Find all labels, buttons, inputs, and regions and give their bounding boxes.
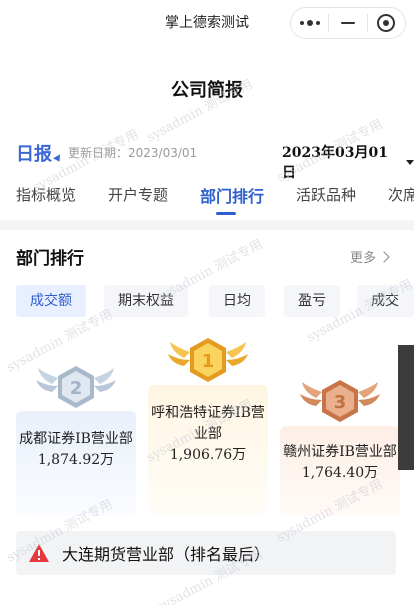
chip-ending-equity[interactable]: 期末权益 [104,285,188,317]
section-title: 部门排行 [16,249,84,269]
active-tab-underline [216,212,236,215]
last-place-text: 大连期货营业部（排名最后） [62,545,271,564]
last-place-bar[interactable]: 大连期货营业部（排名最后） [16,531,396,575]
medal-rank-text: 1 [202,351,215,372]
department-amount: 1,874.92万 [37,452,115,468]
chevron-right-icon [378,250,390,263]
page-title: 公司简报 [171,80,243,101]
mini-program-nav-bar: 掌上德索测试 [0,0,414,46]
tab-secondary-seat[interactable]: 次席 [388,184,414,205]
more-label: 更多 [350,251,377,266]
department-name: 呼和浩特证券IB营业部 [151,405,265,442]
update-date-label: 更新日期：2023/03/01 [68,146,198,160]
chip-profit-loss[interactable]: 盈亏 [284,285,340,317]
metric-chip-bar: 成交额 期末权益 日均 盈亏 成交量 [0,285,414,317]
report-type-selector[interactable]: 日报 [16,140,63,166]
tab-active-varieties[interactable]: 活跃品种 [296,184,356,205]
minimize-button[interactable] [329,8,366,38]
more-dots-icon [299,20,320,26]
dropdown-triangle-icon [406,159,414,165]
medal-rank-text: 3 [334,392,347,413]
chip-daily-average[interactable]: 日均 [209,285,265,317]
department-name: 成都证券IB营业部 [19,431,133,447]
tab-bar: 指标概览 开户专题 部门排行 活跃品种 次席 [0,176,414,216]
department-amount: 1,764.40万 [301,465,379,481]
report-type-label: 日报 [16,144,52,165]
chip-volume[interactable]: 成交量 [357,285,414,317]
podium-card-second[interactable]: 成都证券IB营业部 1,874.92万 [16,411,136,516]
gold-medal-icon: 1 [168,338,248,382]
podium-card-first[interactable]: 呼和浩特证券IB营业部 1,906.76万 [148,385,268,515]
scrollbar-thumb[interactable] [398,345,414,470]
tab-department-ranking[interactable]: 部门排行 [200,183,264,207]
department-name: 赣州证券IB营业部 [283,444,397,460]
medal-rank-text: 2 [70,378,83,399]
tab-indicator-overview[interactable]: 指标概览 [16,184,76,205]
close-mini-program-button[interactable] [368,8,405,38]
silver-medal-icon: 2 [36,366,116,408]
more-link[interactable]: 更多 [350,247,390,266]
caret-down-icon [53,154,63,164]
warning-icon [29,544,49,562]
tab-account-opening[interactable]: 开户专题 [108,184,168,205]
capsule-menu [290,7,406,39]
minimize-icon [340,22,355,24]
chip-turnover[interactable]: 成交额 [16,285,86,317]
section-divider [0,220,414,230]
department-amount: 1,906.76万 [169,447,247,463]
podium-card-third[interactable]: 赣州证券IB营业部 1,764.40万 [280,426,400,516]
close-target-icon [377,14,396,32]
bronze-medal-icon: 3 [300,380,380,422]
more-options-button[interactable] [291,8,328,38]
